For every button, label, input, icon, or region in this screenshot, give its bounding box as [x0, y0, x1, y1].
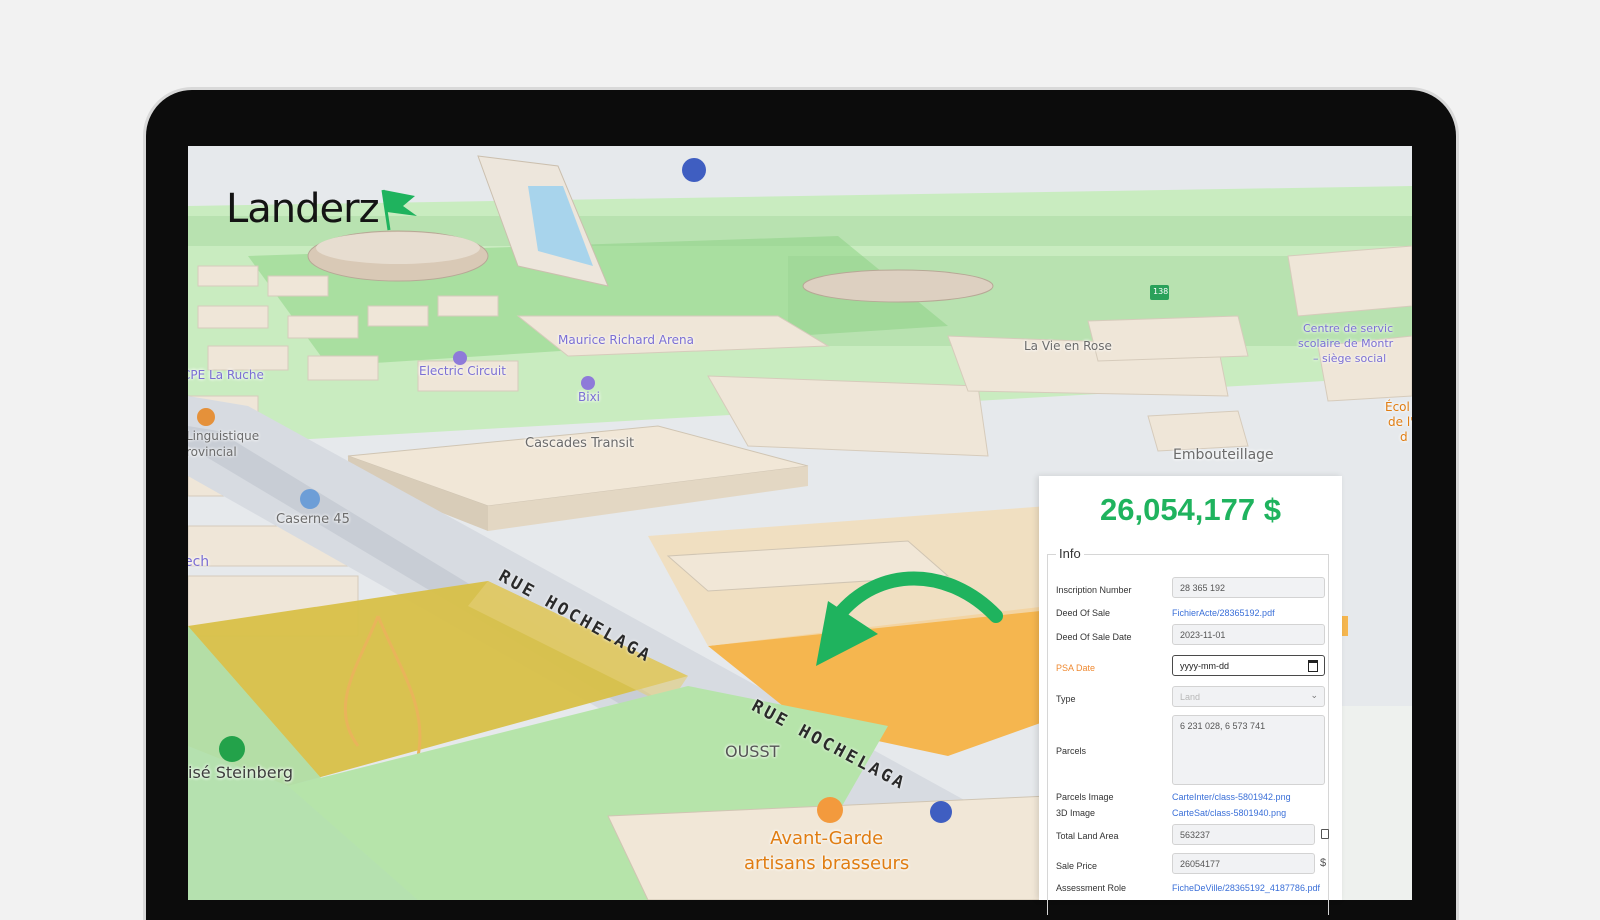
- sale-price-field[interactable]: 26054177: [1172, 853, 1315, 874]
- total-land-area-field[interactable]: 563237: [1172, 824, 1315, 845]
- poi-electric-circuit[interactable]: Electric Circuit: [419, 364, 506, 378]
- poi-ech[interactable]: ech: [188, 554, 209, 570]
- avant-garde-line1: Avant-Garde: [770, 828, 884, 849]
- poi-centre-line1[interactable]: Centre de servic: [1303, 322, 1393, 335]
- poi-ecole-line3[interactable]: d: [1400, 430, 1408, 444]
- poi-centre-line3[interactable]: – siège social: [1313, 352, 1386, 365]
- parcels-label: Parcels: [1056, 746, 1087, 756]
- route-shield-138: 138: [1153, 287, 1169, 296]
- chevron-down-icon: ⌄: [1310, 690, 1318, 700]
- poi-ecole-line2[interactable]: de l': [1388, 415, 1412, 429]
- parcels-textarea[interactable]: 6 231 028, 6 573 741: [1172, 715, 1325, 785]
- poi-ecole-line1[interactable]: Écol: [1385, 400, 1410, 414]
- deed-of-sale-link[interactable]: FichierActe/28365192.pdf: [1172, 608, 1275, 618]
- flag-icon: [381, 189, 417, 231]
- poi-linguistique[interactable]: Linguistique: [188, 429, 259, 443]
- sale-price-label: Sale Price: [1056, 861, 1098, 871]
- total-land-area-label: Total Land Area: [1056, 831, 1119, 841]
- psa-date-field[interactable]: yyyy-mm-dd: [1172, 655, 1325, 676]
- poi-avant-garde[interactable]: Avant-Garde artisans brasseurs: [744, 826, 909, 876]
- parcels-image-link[interactable]: CarteInter/class-5801942.png: [1172, 792, 1291, 802]
- poi-cascades-transit[interactable]: Cascades Transit: [525, 436, 634, 451]
- assessment-role-label: Assessment Role: [1056, 883, 1127, 893]
- type-selected-value: Land: [1180, 692, 1201, 702]
- poi-embouteillage[interactable]: Embouteillage: [1173, 447, 1274, 463]
- poi-cpe-la-ruche[interactable]: CPE La Ruche: [188, 368, 264, 382]
- type-label: Type: [1056, 694, 1076, 704]
- psa-date-label: PSA Date: [1056, 663, 1096, 673]
- poi-steinberg[interactable]: isé Steinberg: [188, 763, 293, 782]
- parcels-image-label: Parcels Image: [1056, 792, 1114, 802]
- sale-price-headline: 26,054,177 $: [1099, 492, 1281, 527]
- deed-of-sale-date-label: Deed Of Sale Date: [1056, 632, 1132, 642]
- poi-ousst[interactable]: OUSST: [725, 742, 779, 761]
- inscription-number-field[interactable]: 28 365 192: [1172, 577, 1325, 598]
- poi-bixi[interactable]: Bixi: [578, 390, 600, 404]
- avant-garde-line2: artisans brasseurs: [744, 853, 910, 874]
- image-3d-label: 3D Image: [1056, 808, 1096, 818]
- clipboard-icon[interactable]: [1321, 829, 1329, 839]
- deed-of-sale-date-field[interactable]: 2023-11-01: [1172, 624, 1325, 645]
- poi-centre-line2[interactable]: scolaire de Montr: [1298, 337, 1393, 350]
- currency-suffix: $: [1320, 857, 1327, 869]
- psa-date-placeholder: yyyy-mm-dd: [1180, 661, 1229, 671]
- type-select[interactable]: Land ⌄: [1172, 686, 1325, 707]
- property-info-panel: 26,054,177 $ Info Inscription Number 28 …: [1039, 476, 1342, 915]
- poi-la-vie-en-rose[interactable]: La Vie en Rose: [1024, 339, 1112, 353]
- poi-maurice-richard-arena[interactable]: Maurice Richard Arena: [558, 333, 694, 347]
- poi-caserne-45[interactable]: Caserne 45: [276, 512, 350, 527]
- assessment-role-link[interactable]: FicheDeVille/28365192_4187786.pdf: [1172, 883, 1320, 893]
- deed-of-sale-label: Deed Of Sale: [1056, 608, 1111, 618]
- calendar-icon[interactable]: [1308, 660, 1318, 672]
- logo-text: Landerz: [226, 186, 380, 232]
- image-3d-link[interactable]: CarteSat/class-5801940.png: [1172, 808, 1286, 818]
- info-fieldset: Info Inscription Number 28 365 192 Deed …: [1047, 546, 1329, 915]
- inscription-number-label: Inscription Number: [1056, 585, 1132, 595]
- info-legend: Info: [1056, 546, 1084, 561]
- landerz-logo: Landerz: [226, 186, 419, 232]
- poi-provincial[interactable]: rovincial: [188, 445, 237, 459]
